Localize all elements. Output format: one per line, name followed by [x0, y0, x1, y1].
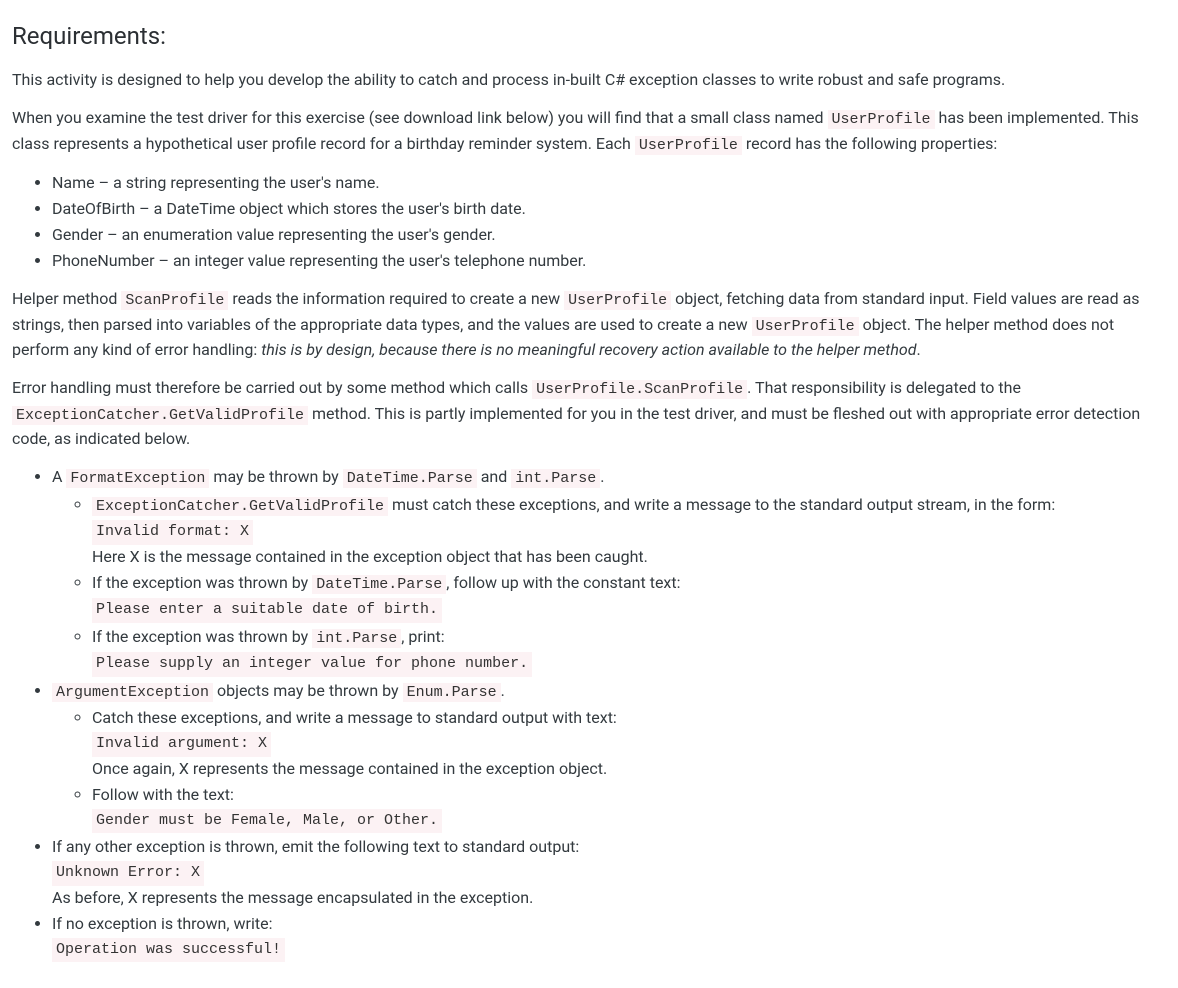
text: , print:: [401, 627, 444, 646]
text: record has the following properties:: [742, 134, 997, 153]
list-item: ExceptionCatcher.GetValidProfile must ca…: [92, 493, 1166, 569]
text: If no exception is thrown, write:: [52, 914, 272, 933]
code-getvalidprofile: ExceptionCatcher.GetValidProfile: [92, 497, 388, 516]
list-item: If the exception was thrown by int.Parse…: [92, 625, 1166, 677]
text: .: [501, 681, 505, 700]
text: When you examine the test driver for thi…: [12, 108, 828, 127]
text: Once again, X represents the message con…: [92, 759, 607, 778]
text: and: [477, 467, 512, 486]
code-datetime-parse: DateTime.Parse: [312, 575, 446, 594]
text: If the exception was thrown by: [92, 627, 312, 646]
code-scanprofile-full: UserProfile.ScanProfile: [532, 380, 747, 399]
text: Catch these exceptions, and write a mess…: [92, 708, 617, 727]
code-int-parse: int.Parse: [312, 629, 401, 648]
code-userprofile: UserProfile: [564, 291, 671, 310]
list-item: Name – a string representing the user's …: [52, 171, 1166, 195]
text: Error handling must therefore be carried…: [12, 378, 532, 397]
sub-list: Catch these exceptions, and write a mess…: [52, 706, 1166, 833]
requirements-heading: Requirements:: [12, 18, 1166, 54]
list-item: If no exception is thrown, write: Operat…: [52, 912, 1166, 963]
code-output: Please supply an integer value for phone…: [92, 652, 532, 677]
code-argumentexception: ArgumentException: [52, 683, 213, 702]
list-item: Gender – an enumeration value representi…: [52, 223, 1166, 247]
text: As before, X represents the message enca…: [52, 888, 533, 907]
design-note: this is by design, because there is no m…: [261, 340, 916, 359]
list-item: Catch these exceptions, and write a mess…: [92, 706, 1166, 781]
code-output: Operation was successful!: [52, 938, 285, 963]
paragraph-3: Helper method ScanProfile reads the info…: [12, 287, 1166, 362]
sub-list: ExceptionCatcher.GetValidProfile must ca…: [52, 493, 1166, 677]
text: Helper method: [12, 289, 121, 308]
list-item: PhoneNumber – an integer value represent…: [52, 249, 1166, 273]
text: If the exception was thrown by: [92, 573, 312, 592]
text: , follow up with the constant text:: [446, 573, 680, 592]
list-item: If any other exception is thrown, emit t…: [52, 835, 1166, 910]
list-item: Follow with the text: Gender must be Fem…: [92, 783, 1166, 834]
code-userprofile: UserProfile: [752, 317, 859, 336]
text: .: [600, 467, 604, 486]
text: may be thrown by: [209, 467, 342, 486]
paragraph-2: When you examine the test driver for thi…: [12, 106, 1166, 157]
text: reads the information required to create…: [228, 289, 564, 308]
text: .: [916, 340, 920, 359]
code-formatexception: FormatException: [66, 469, 209, 488]
code-datetime-parse: DateTime.Parse: [343, 469, 477, 488]
intro-paragraph: This activity is designed to help you de…: [12, 68, 1166, 92]
code-getvalidprofile: ExceptionCatcher.GetValidProfile: [12, 406, 308, 425]
paragraph-4: Error handling must therefore be carried…: [12, 376, 1166, 451]
code-userprofile: UserProfile: [635, 136, 742, 155]
code-userprofile: UserProfile: [828, 110, 935, 129]
code-enum-parse: Enum.Parse: [403, 683, 501, 702]
code-scanprofile: ScanProfile: [121, 291, 228, 310]
list-item: A FormatException may be thrown by DateT…: [52, 465, 1166, 677]
text: If any other exception is thrown, emit t…: [52, 837, 579, 856]
text: objects may be thrown by: [213, 681, 403, 700]
text: Here X is the message contained in the e…: [92, 547, 648, 566]
properties-list: Name – a string representing the user's …: [12, 171, 1166, 273]
text: A: [52, 467, 66, 486]
text: . That responsibility is delegated to th…: [747, 378, 1021, 397]
code-int-parse: int.Parse: [511, 469, 600, 488]
code-output: Unknown Error: X: [52, 861, 204, 886]
code-output: Invalid argument: X: [92, 732, 271, 757]
text: must catch these exceptions, and write a…: [388, 495, 1055, 514]
code-output: Invalid format: X: [92, 520, 253, 545]
code-output: Please enter a suitable date of birth.: [92, 598, 442, 623]
text: Follow with the text:: [92, 785, 234, 804]
exceptions-list: A FormatException may be thrown by DateT…: [12, 465, 1166, 962]
list-item: ArgumentException objects may be thrown …: [52, 679, 1166, 834]
code-output: Gender must be Female, Male, or Other.: [92, 809, 442, 834]
list-item: If the exception was thrown by DateTime.…: [92, 571, 1166, 623]
list-item: DateOfBirth – a DateTime object which st…: [52, 197, 1166, 221]
